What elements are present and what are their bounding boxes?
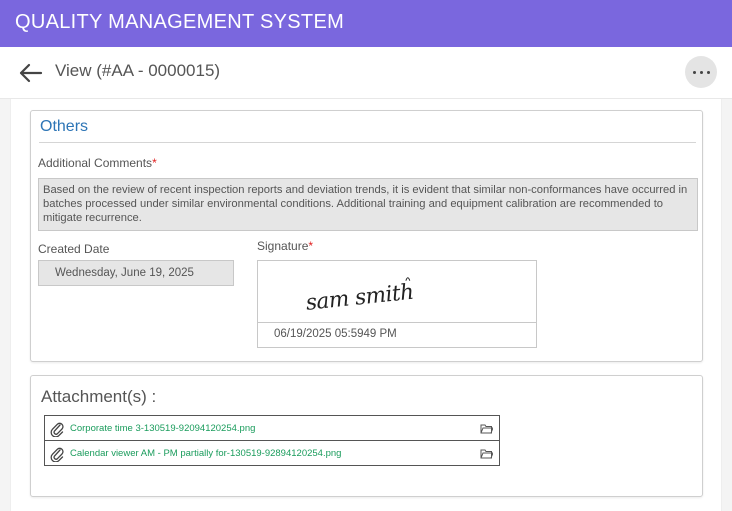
paperclip-icon bbox=[50, 422, 64, 437]
folder-open-icon[interactable] bbox=[480, 423, 493, 434]
signature-text: sam smith bbox=[305, 280, 415, 316]
comments-label: Additional Comments* bbox=[38, 156, 157, 170]
paperclip-icon bbox=[50, 447, 64, 462]
more-dot bbox=[699, 70, 703, 74]
signature-label-text: Signature bbox=[257, 239, 309, 253]
app-title: QUALITY MANAGEMENT SYSTEM bbox=[15, 11, 345, 33]
attachment-item[interactable]: Calendar viewer AM - PM partially for-13… bbox=[44, 440, 500, 466]
additional-comments-field[interactable]: Based on the review of recent inspection… bbox=[38, 178, 698, 231]
signature-field[interactable]: sam smith 06/19/2025 05:5949 PM bbox=[257, 260, 537, 348]
attachment-item[interactable]: Corporate time 3-130519-92094120254.png bbox=[44, 415, 500, 441]
required-marker: * bbox=[308, 239, 314, 253]
comments-label-text: Additional Comments bbox=[38, 156, 153, 170]
more-options-button[interactable] bbox=[685, 56, 717, 88]
others-section: Others Additional Comments* Based on the… bbox=[30, 110, 703, 362]
section-divider bbox=[39, 142, 696, 143]
more-horizontal-icon bbox=[692, 70, 696, 74]
others-section-title: Others bbox=[40, 118, 89, 135]
more-dot bbox=[706, 70, 710, 74]
required-marker: * bbox=[152, 156, 157, 170]
signature-timestamp: 06/19/2025 05:5949 PM bbox=[274, 328, 397, 340]
signature-label: Signature* bbox=[257, 239, 313, 253]
page-title: View (#AA - 0000015) bbox=[55, 61, 221, 80]
created-date-field[interactable]: Wednesday, June 19, 2025 bbox=[38, 260, 234, 286]
attachment-link[interactable]: Corporate time 3-130519-92094120254.png bbox=[70, 423, 255, 434]
attachments-title: Attachment(s) : bbox=[41, 387, 157, 406]
signature-image: sam smith bbox=[258, 277, 536, 323]
attachment-link[interactable]: Calendar viewer AM - PM partially for-13… bbox=[70, 448, 341, 459]
folder-open-icon[interactable] bbox=[480, 448, 493, 459]
attachments-section: Attachment(s) : Corporate time 3-130519-… bbox=[30, 375, 703, 497]
arrow-left-icon[interactable] bbox=[16, 60, 44, 86]
created-date-label: Created Date bbox=[38, 242, 110, 256]
app-header: QUALITY MANAGEMENT SYSTEM bbox=[0, 0, 732, 47]
page-subheader: View (#AA - 0000015) bbox=[0, 47, 732, 99]
